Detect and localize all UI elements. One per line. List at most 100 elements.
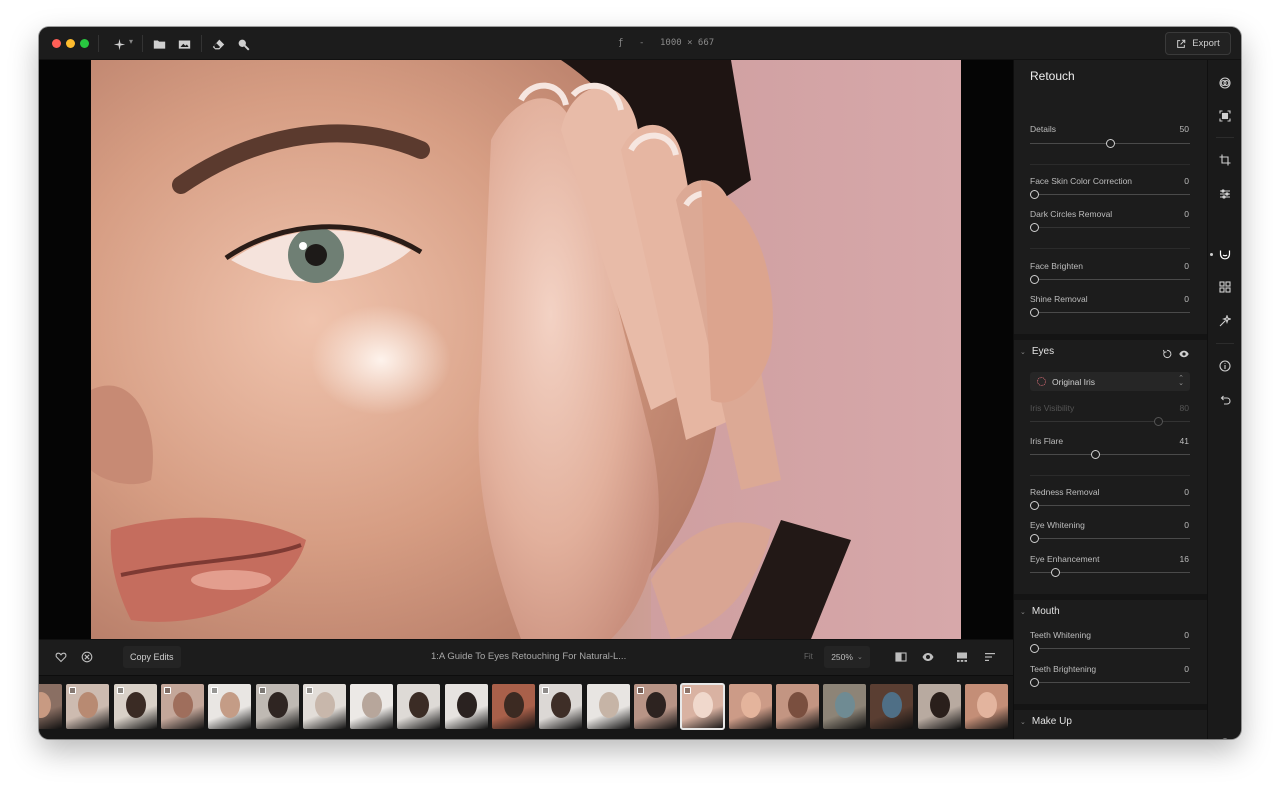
teeth-whitening-value[interactable]: 0 bbox=[1184, 630, 1189, 640]
thumbnail-subject bbox=[598, 692, 619, 718]
help-icon[interactable] bbox=[1218, 737, 1232, 739]
filmstrip-thumbnail[interactable] bbox=[208, 684, 252, 729]
aperture-label: ƒ bbox=[618, 38, 624, 48]
teeth-brightening-value[interactable]: 0 bbox=[1184, 664, 1189, 674]
eye-enhancement-handle[interactable] bbox=[1051, 568, 1061, 577]
ai-select-icon[interactable] bbox=[1218, 109, 1232, 123]
teeth-brightening-track[interactable] bbox=[1030, 682, 1190, 683]
eyes-section-header[interactable]: ⌄ Eyes bbox=[1020, 346, 1054, 357]
edited-badge-icon bbox=[258, 687, 266, 694]
minimize-window-button[interactable] bbox=[66, 39, 75, 48]
filmstrip-toggle-icon[interactable] bbox=[955, 650, 969, 664]
local-masks-icon[interactable] bbox=[1218, 280, 1232, 294]
filmstrip-thumbnail[interactable] bbox=[870, 684, 914, 729]
filmstrip-thumbnail[interactable] bbox=[633, 684, 677, 729]
copy-edits-button[interactable]: Copy Edits bbox=[123, 646, 181, 668]
reset-icon[interactable] bbox=[1162, 349, 1172, 359]
filmstrip-thumbnail[interactable] bbox=[350, 684, 394, 729]
filmstrip-thumbnail[interactable] bbox=[586, 684, 630, 729]
filmstrip-thumbnail[interactable] bbox=[302, 684, 346, 729]
iris-select[interactable]: Original Iris ⌃ ⌄ bbox=[1030, 372, 1190, 391]
image-browser-icon[interactable] bbox=[176, 36, 192, 52]
details-slider-handle[interactable] bbox=[1105, 139, 1115, 148]
filmstrip-thumbnail[interactable] bbox=[917, 684, 961, 729]
zoom-window-button[interactable] bbox=[80, 39, 89, 48]
iris-flare-value[interactable]: 41 bbox=[1180, 436, 1189, 446]
history-undo-icon[interactable] bbox=[1218, 393, 1232, 407]
filmstrip-thumbnail[interactable] bbox=[160, 684, 204, 729]
mouth-section-header[interactable]: ⌄ Mouth bbox=[1020, 606, 1060, 617]
filmstrip-thumbnail[interactable] bbox=[539, 684, 583, 729]
sparkle-tool-icon[interactable] bbox=[111, 36, 127, 52]
search-icon[interactable] bbox=[235, 36, 251, 52]
divider bbox=[1030, 248, 1190, 249]
crop-icon[interactable] bbox=[1218, 153, 1232, 167]
section-band bbox=[1014, 334, 1207, 340]
export-button[interactable]: Export bbox=[1165, 32, 1231, 55]
filmstrip-thumbnail[interactable] bbox=[444, 684, 488, 729]
visibility-eye-icon[interactable] bbox=[1179, 349, 1189, 359]
face-skin-color-correction-handle[interactable] bbox=[1030, 190, 1039, 199]
filmstrip-thumbnail[interactable] bbox=[775, 684, 819, 729]
teeth-whitening-track[interactable] bbox=[1030, 648, 1190, 649]
filmstrip-thumbnail[interactable] bbox=[39, 684, 62, 729]
face-brighten-value[interactable]: 0 bbox=[1184, 261, 1189, 271]
folder-icon[interactable] bbox=[151, 36, 167, 52]
eye-enhancement-value[interactable]: 16 bbox=[1180, 554, 1189, 564]
filmstrip-thumbnail[interactable] bbox=[492, 684, 535, 729]
face-brighten-track[interactable] bbox=[1030, 279, 1190, 280]
iris-flare-label: Iris Flare bbox=[1030, 436, 1064, 446]
creative-magic-icon[interactable] bbox=[1218, 314, 1232, 328]
eye-whitening-handle[interactable] bbox=[1030, 534, 1039, 543]
iris-flare-track[interactable] bbox=[1030, 454, 1190, 455]
filmstrip-thumbnail[interactable] bbox=[680, 683, 726, 730]
heart-icon[interactable] bbox=[54, 650, 68, 664]
portrait-photo[interactable] bbox=[91, 60, 961, 639]
filmstrip-thumbnail[interactable] bbox=[728, 684, 772, 729]
face-skin-color-correction-track[interactable] bbox=[1030, 194, 1190, 195]
chevron-down-icon[interactable]: ▾ bbox=[129, 37, 133, 46]
thumbnail-subject bbox=[314, 692, 335, 718]
eye-whitening-value[interactable]: 0 bbox=[1184, 520, 1189, 530]
filmstrip-thumbnail[interactable] bbox=[965, 684, 1008, 729]
filmstrip-thumbnail[interactable] bbox=[823, 684, 867, 729]
compare-split-icon[interactable] bbox=[894, 650, 908, 664]
dark-circles-removal-value[interactable]: 0 bbox=[1184, 209, 1189, 219]
details-value[interactable]: 50 bbox=[1180, 124, 1189, 134]
image-canvas[interactable] bbox=[39, 60, 1013, 639]
adjustments-icon[interactable] bbox=[1218, 187, 1232, 201]
shine-removal-label: Shine Removal bbox=[1030, 294, 1088, 304]
makeup-section-header[interactable]: ⌄ Make Up bbox=[1020, 716, 1072, 727]
dark-circles-removal-track[interactable] bbox=[1030, 227, 1190, 228]
teeth-whitening-handle[interactable] bbox=[1030, 644, 1039, 653]
info-icon[interactable] bbox=[1218, 359, 1232, 373]
zoom-select[interactable]: 250% ⌄ bbox=[824, 646, 870, 668]
dark-circles-removal-handle[interactable] bbox=[1030, 223, 1039, 232]
eye-whitening-track[interactable] bbox=[1030, 538, 1190, 539]
teeth-brightening-handle[interactable] bbox=[1030, 678, 1039, 687]
shine-removal-track[interactable] bbox=[1030, 312, 1190, 313]
face-brighten-handle[interactable] bbox=[1030, 275, 1039, 284]
retouch-face-icon[interactable] bbox=[1218, 247, 1232, 261]
eyes-section-actions bbox=[1162, 349, 1189, 359]
shine-removal-handle[interactable] bbox=[1030, 308, 1039, 317]
filmstrip[interactable] bbox=[39, 675, 1013, 739]
filmstrip-thumbnail[interactable] bbox=[113, 684, 157, 729]
iris-flare-handle[interactable] bbox=[1091, 450, 1101, 459]
redness-removal-value[interactable]: 0 bbox=[1184, 487, 1189, 497]
sort-icon[interactable] bbox=[983, 650, 997, 664]
face-skin-color-correction-value[interactable]: 0 bbox=[1184, 176, 1189, 186]
filmstrip-thumbnail[interactable] bbox=[66, 684, 110, 729]
filmstrip-thumbnail[interactable] bbox=[255, 684, 299, 729]
edited-badge-icon bbox=[636, 687, 644, 694]
fit-button[interactable]: Fit bbox=[804, 652, 813, 661]
redness-removal-handle[interactable] bbox=[1030, 501, 1039, 510]
filmstrip-thumbnail[interactable] bbox=[397, 684, 441, 729]
presets-icon[interactable] bbox=[1218, 76, 1232, 90]
eye-preview-icon[interactable] bbox=[921, 650, 935, 664]
redness-removal-track[interactable] bbox=[1030, 505, 1190, 506]
shine-removal-value[interactable]: 0 bbox=[1184, 294, 1189, 304]
reject-icon[interactable] bbox=[80, 650, 94, 664]
eraser-icon[interactable] bbox=[210, 36, 226, 52]
close-window-button[interactable] bbox=[52, 39, 61, 48]
